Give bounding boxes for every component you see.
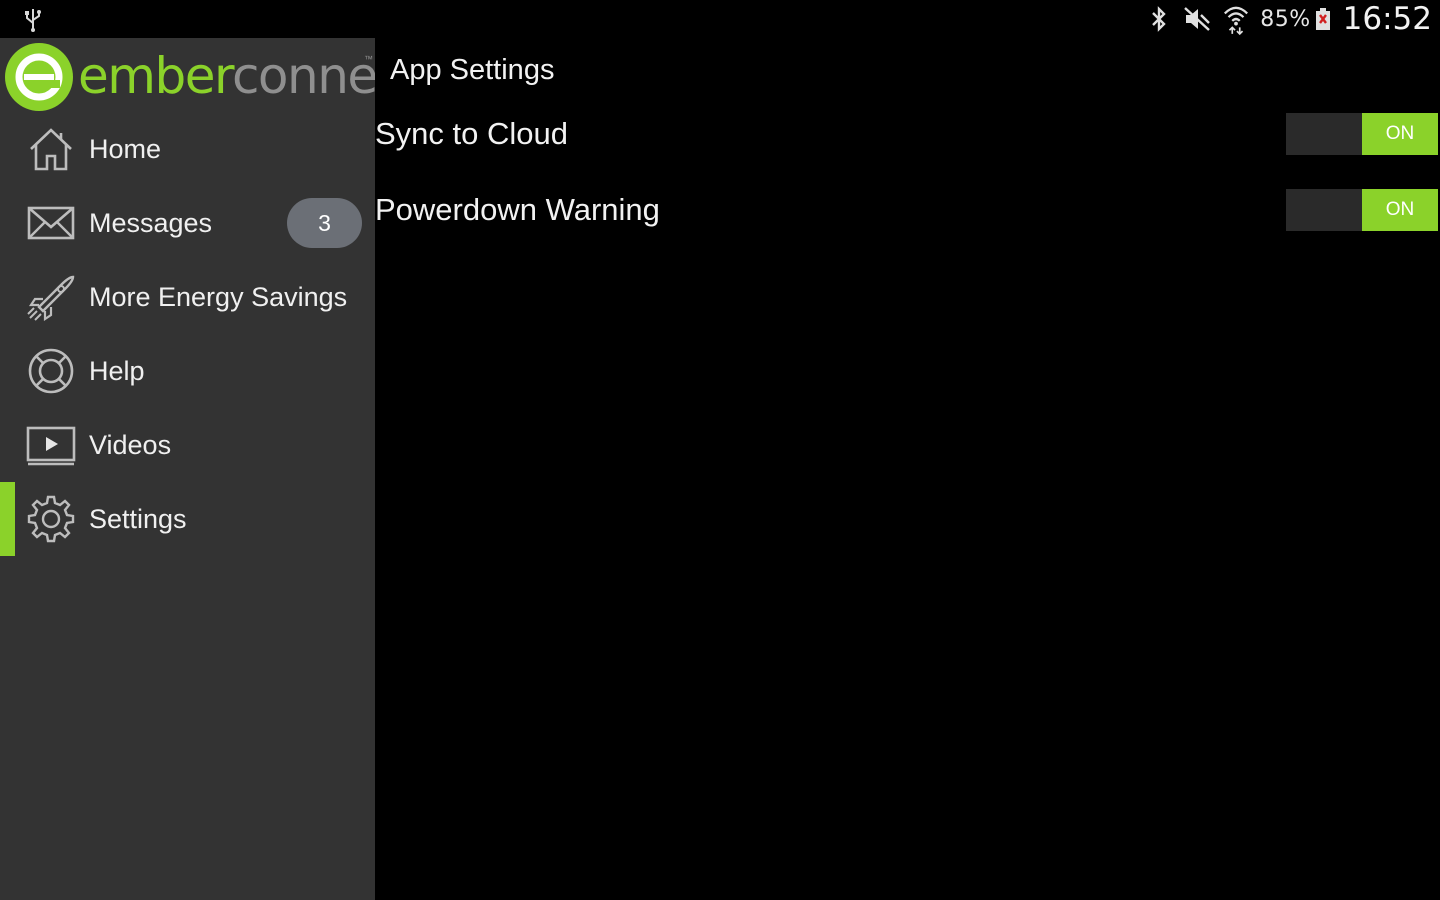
status-bar: 85% 16:52: [0, 0, 1440, 38]
clock: 16:52: [1342, 1, 1432, 37]
sidebar-item-help[interactable]: Help: [0, 334, 375, 408]
sidebar-item-label: Home: [89, 133, 162, 164]
home-icon: [30, 128, 72, 171]
bluetooth-icon: [1152, 6, 1166, 32]
sidebar-item-label: More Energy Savings: [89, 281, 348, 312]
settings-panel: App Settings Sync to Cloud ON Powerdown …: [375, 38, 1440, 900]
sidebar-item-more-energy-savings[interactable]: More Energy Savings: [0, 260, 375, 334]
sidebar-item-label: Messages: [89, 207, 213, 238]
setting-row-sync-to-cloud: Sync to Cloud ON: [375, 110, 1440, 160]
nav-list: Home Messages 3 More Energy Savings Help…: [0, 112, 375, 556]
mute-icon: [1184, 7, 1211, 31]
video-play-icon: [26, 426, 76, 466]
sidebar-item-label: Settings: [89, 503, 187, 534]
status-icons: 85% 16:52: [1146, 0, 1432, 38]
sidebar-item-label: Help: [89, 355, 145, 386]
setting-row-powerdown-warning: Powerdown Warning ON: [375, 186, 1440, 236]
toggle-state-label: ON: [1362, 189, 1438, 231]
sidebar-item-home[interactable]: Home: [0, 112, 375, 186]
gear-icon: [27, 495, 75, 543]
setting-label: Sync to Cloud: [375, 116, 568, 151]
toggle-state-label: ON: [1362, 113, 1438, 155]
page-title: App Settings: [390, 54, 555, 86]
sidebar-item-messages[interactable]: Messages 3: [0, 186, 375, 260]
setting-label: Powerdown Warning: [375, 192, 660, 227]
battery-icon: [1315, 8, 1330, 30]
envelope-icon: [27, 206, 75, 240]
lifebuoy-icon: [28, 348, 74, 394]
wifi-icon: [1224, 6, 1249, 36]
navigation-drawer: emberconnect ™ Home Messages 3 More Ener…: [0, 38, 422, 900]
sidebar-item-label: Videos: [89, 429, 172, 460]
powerdown-warning-toggle[interactable]: ON: [1286, 189, 1438, 231]
logo-ember-text: ember: [78, 47, 233, 105]
ember-connect-logo: emberconnect ™: [0, 38, 422, 116]
ember-logo-mark-icon: [5, 43, 73, 111]
battery-percent: 85%: [1260, 6, 1311, 32]
trademark-symbol: ™: [364, 54, 373, 64]
usb-icon: [25, 9, 41, 32]
sync-to-cloud-toggle[interactable]: ON: [1286, 113, 1438, 155]
sidebar-item-settings[interactable]: Settings: [0, 482, 375, 556]
unread-count-badge: 3: [287, 198, 362, 248]
rocket-icon: [27, 275, 75, 321]
sidebar-item-videos[interactable]: Videos: [0, 408, 375, 482]
